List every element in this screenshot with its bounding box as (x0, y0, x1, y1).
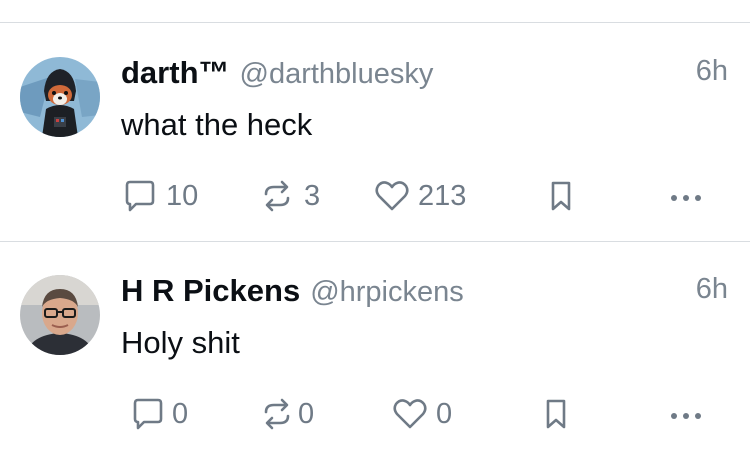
avatar[interactable] (20, 275, 100, 355)
like-count: 213 (418, 179, 467, 212)
post-text: Holy shit (121, 325, 240, 360)
like-button[interactable]: 0 (392, 391, 452, 437)
repost-arrows-icon (264, 180, 290, 212)
more-options-button[interactable] (666, 173, 706, 219)
post-header: H R Pickens @hrpickens 6h (121, 273, 728, 317)
like-count: 0 (436, 397, 453, 430)
repost-count: 3 (304, 179, 321, 212)
repost-arrows-icon (264, 398, 290, 430)
speech-bubble-icon (125, 180, 155, 212)
more-options-button[interactable] (666, 391, 706, 437)
post-text: what the heck (121, 107, 313, 142)
repost-count: 0 (298, 397, 315, 430)
reply-count: 10 (166, 179, 199, 212)
like-button[interactable]: 213 (374, 173, 466, 219)
reply-button[interactable]: 10 (122, 173, 198, 219)
bookmark-button[interactable] (540, 391, 572, 437)
avatar[interactable] (20, 57, 100, 137)
repost-button[interactable]: 0 (258, 391, 314, 437)
author-display-name[interactable]: darth™ (121, 55, 230, 91)
heart-icon (393, 399, 427, 429)
ellipsis-icon (671, 413, 701, 419)
author-display-name[interactable]: H R Pickens (121, 273, 300, 309)
speech-bubble-icon (133, 398, 163, 430)
post-header: darth™ @darthbluesky 6h (121, 55, 728, 99)
bookmark-icon (551, 181, 571, 211)
post-item[interactable]: darth™ @darthbluesky 6h what the heck 10… (0, 23, 750, 241)
red-panda-avatar-image (20, 57, 100, 137)
ellipsis-icon (671, 195, 701, 201)
post-actions: 10 3 213 (0, 173, 750, 219)
bookmark-icon (546, 399, 566, 429)
reply-button[interactable]: 0 (130, 391, 188, 437)
post-item[interactable]: H R Pickens @hrpickens 6h Holy shit 0 0 (0, 241, 750, 459)
post-timestamp[interactable]: 6h (696, 55, 728, 88)
man-with-glasses-avatar-image (20, 275, 100, 355)
post-actions: 0 0 0 (0, 391, 750, 437)
post-timestamp[interactable]: 6h (696, 273, 728, 306)
post-feed: darth™ @darthbluesky 6h what the heck 10… (0, 0, 750, 459)
bookmark-button[interactable] (545, 173, 577, 219)
author-handle[interactable]: @hrpickens (310, 276, 464, 309)
heart-icon (375, 181, 409, 211)
reply-count: 0 (172, 397, 189, 430)
author-handle[interactable]: @darthbluesky (240, 58, 434, 91)
repost-button[interactable]: 3 (258, 173, 320, 219)
